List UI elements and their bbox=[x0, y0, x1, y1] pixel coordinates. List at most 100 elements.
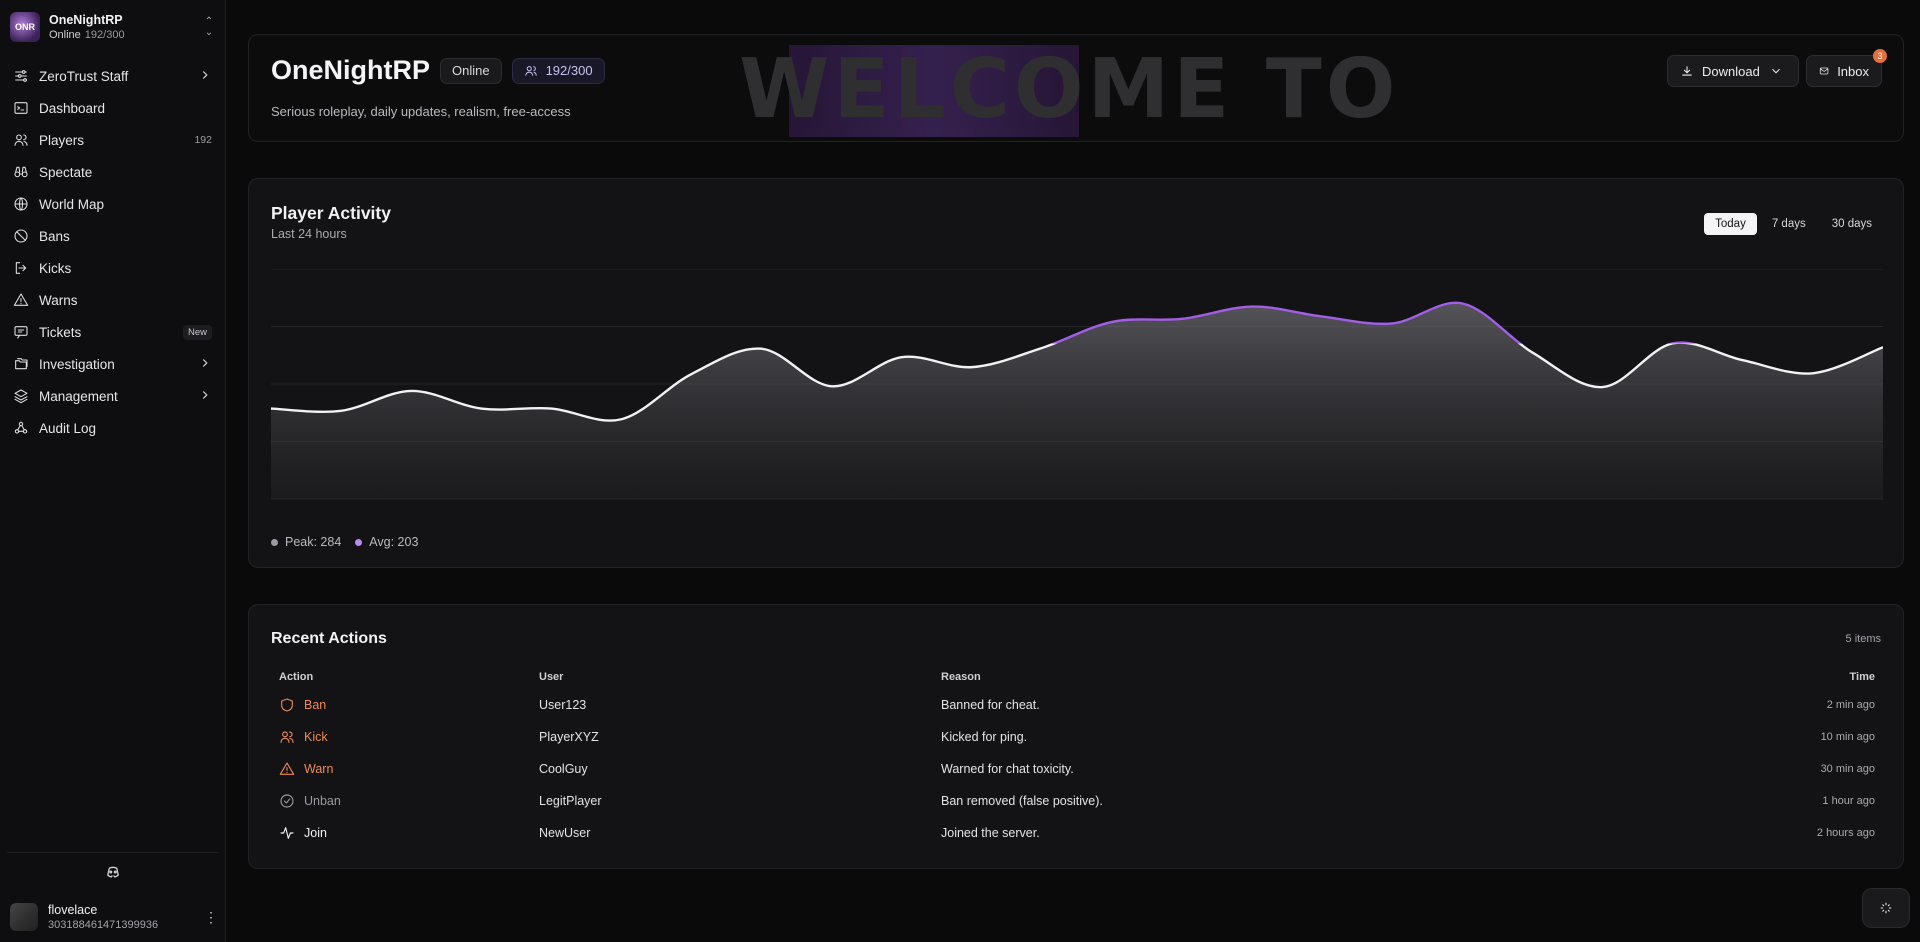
data-point[interactable] bbox=[1036, 342, 1048, 354]
data-point[interactable] bbox=[475, 403, 487, 415]
page-title: OneNightRP bbox=[271, 55, 430, 85]
user-cell: LegitPlayer bbox=[539, 794, 602, 808]
chart-legend: Peak: 284 Avg: 203 bbox=[271, 535, 432, 549]
user-menu[interactable]: flovelace 303188461471399936 ⋮ bbox=[10, 900, 218, 934]
more-vertical-icon[interactable]: ⋮ bbox=[204, 909, 218, 926]
reason-cell: Kicked for ping. bbox=[941, 730, 1028, 744]
time-cell: 2 hours ago bbox=[1816, 827, 1875, 839]
action-cell: Unban bbox=[271, 793, 539, 809]
check-circle-icon bbox=[279, 793, 295, 809]
sidebar-item-dashboard[interactable]: Dashboard bbox=[8, 92, 218, 124]
data-point[interactable] bbox=[756, 343, 768, 355]
sidebar-nav: ZeroTrust Staff Dashboard Players 192 Specta… bbox=[8, 60, 218, 444]
data-point[interactable] bbox=[1667, 337, 1679, 349]
data-point[interactable] bbox=[966, 361, 978, 373]
warning-icon bbox=[279, 761, 295, 777]
theme-toggle-button[interactable] bbox=[1862, 888, 1910, 928]
sidebar-item-label: Investigation bbox=[39, 356, 115, 372]
data-point[interactable] bbox=[1246, 301, 1258, 313]
sidebar-item-investigation[interactable]: Investigation bbox=[8, 348, 218, 380]
download-label: Download bbox=[1702, 63, 1760, 79]
column-time[interactable]: Time bbox=[1683, 671, 1883, 683]
server-status-text: Online bbox=[49, 28, 81, 41]
sidebar-item-label: Warns bbox=[39, 292, 78, 308]
sidebar-item-audit-log[interactable]: Audit Log bbox=[8, 412, 218, 444]
peak-label: Peak: 284 bbox=[285, 535, 342, 549]
inbox-label: Inbox bbox=[1837, 63, 1869, 79]
action-cell: Ban bbox=[271, 697, 539, 713]
users-icon bbox=[279, 729, 295, 745]
time-cell: 1 hour ago bbox=[1822, 795, 1875, 807]
welcome-banner: WELCOME TO bbox=[739, 41, 1419, 137]
discord-icon bbox=[107, 866, 119, 878]
sidebar-item-spectate[interactable]: Spectate bbox=[8, 156, 218, 188]
server-switcher[interactable]: ONR OneNightRP Online 192/300 ⌃ ⌄ bbox=[10, 10, 216, 44]
table-row[interactable]: Kick PlayerXYZ Kicked for ping. 10 min ago bbox=[271, 721, 1883, 753]
sidebar-item-label: Management bbox=[39, 388, 118, 404]
time-range-tabs: Today 7 days 30 days bbox=[1700, 213, 1883, 235]
server-logo: ONR bbox=[10, 12, 40, 42]
activity-area bbox=[271, 302, 1883, 499]
column-user[interactable]: User bbox=[539, 671, 941, 683]
table-row[interactable]: Warn CoolGuy Warned for chat toxicity. 30 m… bbox=[271, 753, 1883, 785]
tab-7-days[interactable]: 7 days bbox=[1761, 213, 1817, 235]
logout-icon bbox=[13, 260, 29, 276]
data-point[interactable] bbox=[1106, 316, 1118, 328]
data-point[interactable] bbox=[1527, 347, 1539, 359]
time-cell: 30 min ago bbox=[1820, 763, 1875, 775]
discord-button[interactable] bbox=[7, 852, 219, 890]
sidebar-item-zerotrust-staff[interactable]: ZeroTrust Staff bbox=[8, 60, 218, 92]
data-point[interactable] bbox=[335, 405, 347, 417]
sidebar-item-world-map[interactable]: World Map bbox=[8, 188, 218, 220]
data-point[interactable] bbox=[1386, 317, 1398, 329]
layers-icon bbox=[13, 388, 29, 404]
title-row: OneNightRP Online 192/300 bbox=[271, 55, 605, 86]
sidebar-item-players[interactable]: Players 192 bbox=[8, 124, 218, 156]
inbox-button[interactable]: Inbox 3 bbox=[1806, 49, 1887, 87]
chevrons-updown-icon[interactable]: ⌃ ⌄ bbox=[202, 16, 216, 38]
folders-icon bbox=[13, 356, 29, 372]
data-point[interactable] bbox=[545, 403, 557, 415]
legend-avg: Avg: 203 bbox=[355, 535, 418, 549]
data-point[interactable] bbox=[826, 380, 838, 392]
sidebar-item-tickets[interactable]: Tickets New bbox=[8, 316, 218, 348]
action-cell: Join bbox=[271, 825, 539, 841]
data-point[interactable] bbox=[1597, 381, 1609, 393]
data-point[interactable] bbox=[1456, 298, 1468, 310]
data-point[interactable] bbox=[615, 413, 627, 425]
table-row[interactable]: Join NewUser Joined the server. 2 hours ago bbox=[271, 817, 1883, 849]
column-reason[interactable]: Reason bbox=[941, 671, 1683, 683]
sidebar-item-label: Players bbox=[39, 132, 85, 148]
users-icon bbox=[13, 132, 29, 148]
table-row[interactable]: Ban User123 Banned for cheat. 2 min ago bbox=[271, 689, 1883, 721]
action-cell: Kick bbox=[271, 729, 539, 745]
sidebar-item-warns[interactable]: Warns bbox=[8, 284, 218, 316]
sidebar-item-bans[interactable]: Bans bbox=[8, 220, 218, 252]
sidebar-item-label: Kicks bbox=[39, 260, 72, 276]
sidebar-item-label: World Map bbox=[39, 196, 105, 212]
warning-icon bbox=[13, 292, 29, 308]
avatar bbox=[10, 903, 38, 931]
data-point[interactable] bbox=[1176, 313, 1188, 325]
data-point[interactable] bbox=[1737, 354, 1749, 366]
data-point[interactable] bbox=[896, 351, 908, 363]
download-icon bbox=[1682, 66, 1692, 76]
column-action[interactable]: Action bbox=[271, 671, 539, 683]
table-row[interactable]: Unban LegitPlayer Ban removed (false posit… bbox=[271, 785, 1883, 817]
sidebar: ONR OneNightRP Online 192/300 ⌃ ⌄ ZeroTrus… bbox=[0, 0, 226, 942]
sidebar-item-label: Spectate bbox=[39, 164, 93, 180]
data-point[interactable] bbox=[686, 368, 698, 380]
activity-subtitle: Last 24 hours bbox=[271, 227, 347, 241]
shield-icon bbox=[279, 697, 295, 713]
sidebar-item-kicks[interactable]: Kicks bbox=[8, 252, 218, 284]
action-label: Ban bbox=[304, 698, 327, 712]
data-point[interactable] bbox=[1316, 311, 1328, 323]
tab-today[interactable]: Today bbox=[1704, 213, 1757, 235]
data-point[interactable] bbox=[405, 385, 417, 397]
action-cell: Warn bbox=[271, 761, 539, 777]
action-label: Unban bbox=[304, 794, 341, 808]
data-point[interactable] bbox=[1807, 367, 1819, 379]
tab-30-days[interactable]: 30 days bbox=[1821, 213, 1883, 235]
download-button[interactable]: Download bbox=[1667, 55, 1799, 87]
sidebar-item-management[interactable]: Management bbox=[8, 380, 218, 412]
